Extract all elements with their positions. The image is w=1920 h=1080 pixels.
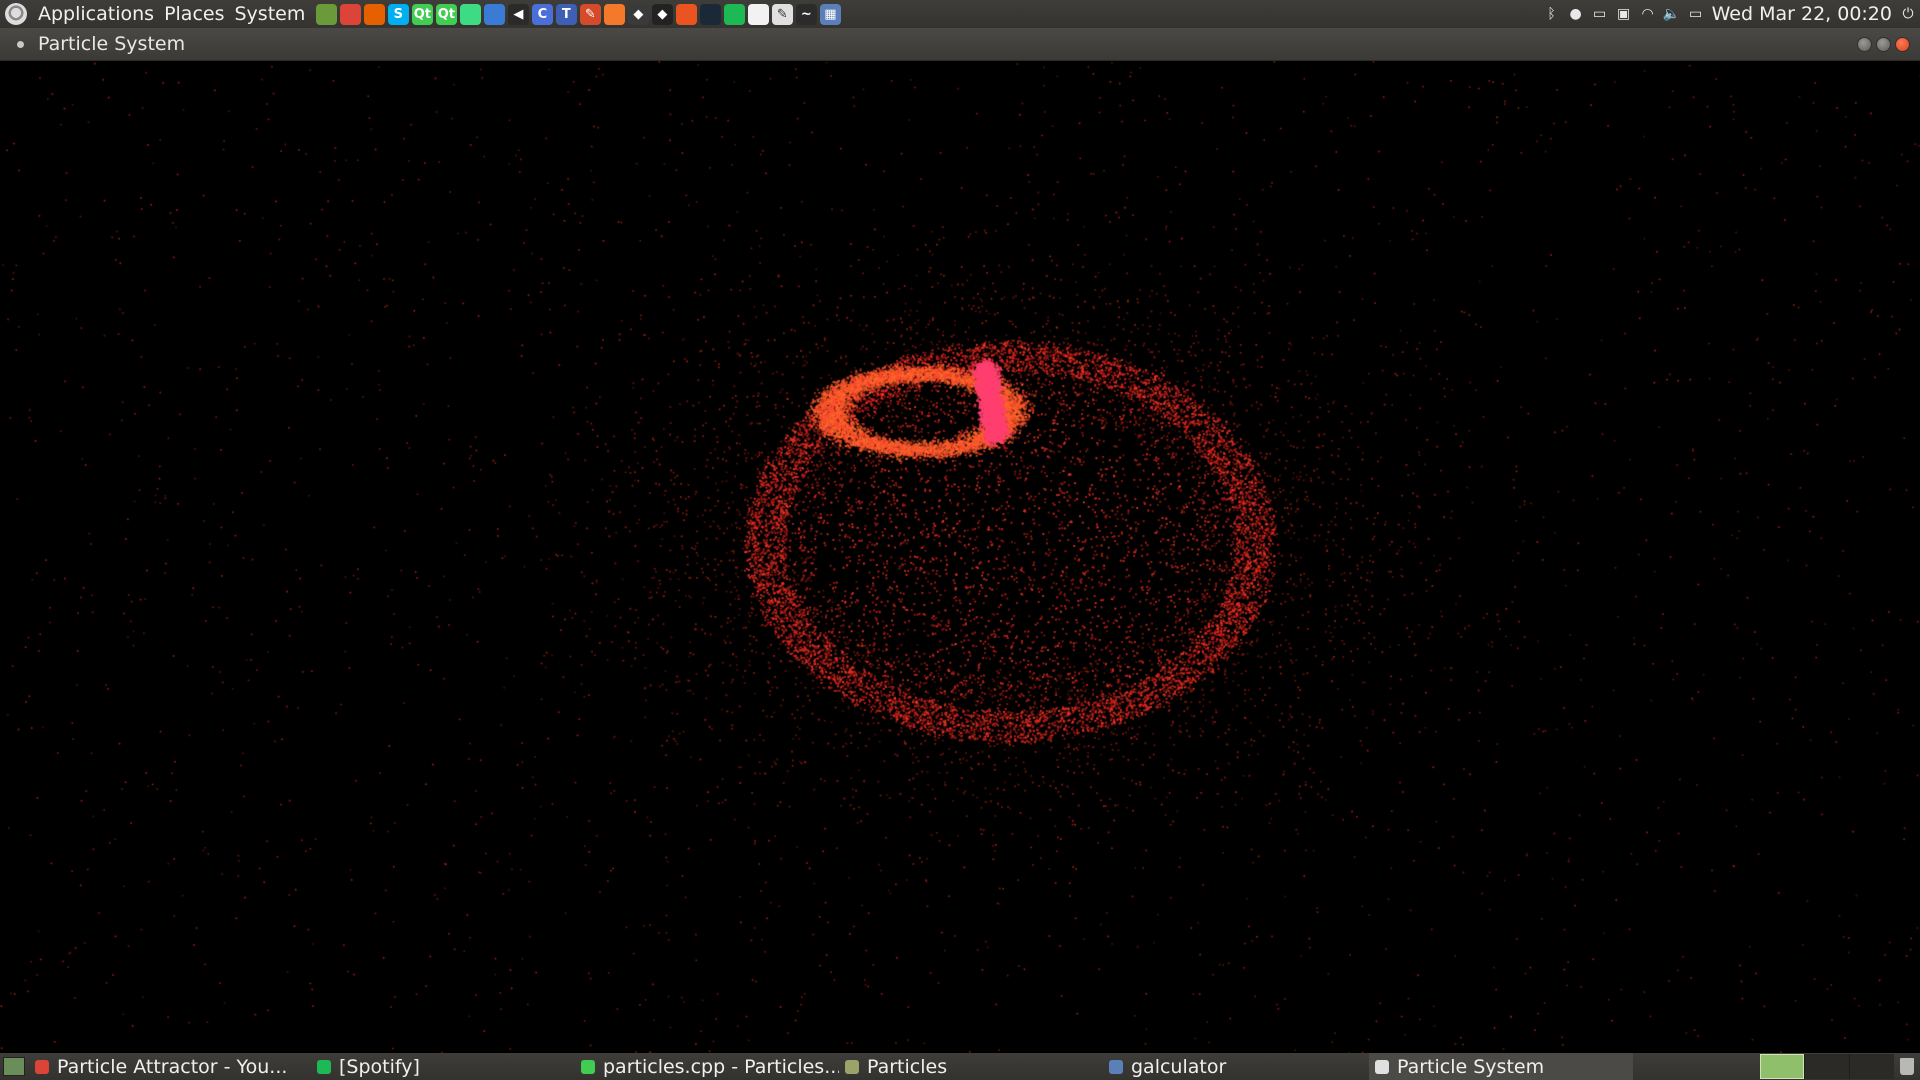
task-label: [Spotify] (339, 1055, 420, 1078)
text-file-icon[interactable] (747, 3, 769, 25)
battery-icon[interactable]: ▭ (1687, 5, 1705, 23)
system-menu[interactable]: System (229, 3, 310, 25)
task-label: particles.cpp - Particles... (603, 1055, 839, 1078)
close-button[interactable] (1895, 36, 1910, 52)
qt-creator-icon[interactable]: Qt (411, 3, 433, 25)
show-desktop-icon[interactable] (3, 1057, 25, 1076)
workspace-2[interactable] (1804, 1054, 1849, 1079)
task-label: Particles (867, 1055, 948, 1078)
clock[interactable]: Wed Mar 22, 00:20 (1712, 3, 1892, 25)
places-menu[interactable]: Places (159, 3, 229, 25)
window-title-bar[interactable]: Particle System (0, 28, 1920, 61)
system-monitor-icon[interactable]: ~ (795, 3, 817, 25)
chrome-icon[interactable] (339, 3, 361, 25)
window-controls (1855, 36, 1912, 52)
top-panel: Applications Places System S Qt Qt ◀ C T ✎ ◆ ◆ ✎ ~… (0, 0, 1920, 28)
task-app-icon (581, 1059, 595, 1074)
app-blue-icon[interactable]: C (531, 3, 553, 25)
taskbar-button[interactable]: Particles (839, 1053, 1103, 1080)
bottom-panel: Particle Attractor - You... [Spotify] part… (0, 1053, 1920, 1080)
calculator-icon[interactable]: ▦ (819, 3, 841, 25)
qt-designer-icon[interactable]: Qt (435, 3, 457, 25)
blender-icon[interactable] (603, 3, 625, 25)
taskbar-button[interactable]: [Spotify] (311, 1053, 575, 1080)
steam-icon[interactable] (699, 3, 721, 25)
trash-icon[interactable] (1894, 1058, 1920, 1075)
task-app-icon (317, 1059, 331, 1074)
ubuntu-icon[interactable] (675, 3, 697, 25)
workspace-3[interactable] (1849, 1054, 1894, 1079)
power-icon[interactable]: ⏻ (1899, 5, 1917, 23)
taskbar-button[interactable]: galculator (1103, 1053, 1369, 1080)
firefox-icon[interactable] (363, 3, 385, 25)
window-menu-icon[interactable] (17, 40, 24, 48)
inkscape-icon[interactable]: ◆ (651, 3, 673, 25)
task-label: Particle System (1397, 1055, 1545, 1078)
display-icon[interactable]: ▭ (1591, 5, 1609, 23)
grid-app-icon[interactable]: T (555, 3, 577, 25)
task-app-icon (1375, 1059, 1389, 1074)
taskbar-button[interactable]: Particle System (1369, 1053, 1633, 1080)
gamepad-icon[interactable]: ◆ (627, 3, 649, 25)
workspace-switcher (1760, 1053, 1894, 1080)
task-app-icon (35, 1059, 49, 1074)
system-tray: ᛒ ● ▭ ▣ ◠ 🔈 ▭ Wed Mar 22, 00:20 ⏻ (1540, 3, 1920, 25)
taskbar-button[interactable]: particles.cpp - Particles... (575, 1053, 839, 1080)
bluetooth-icon[interactable]: ᛒ (1543, 5, 1561, 23)
volume-icon[interactable]: 🔈 (1663, 5, 1681, 23)
thunderbird-icon[interactable] (483, 3, 505, 25)
workspace-1[interactable] (1760, 1054, 1804, 1079)
text-editor-icon[interactable]: ✎ (771, 3, 793, 25)
task-app-icon (845, 1059, 859, 1074)
launcher-bar: S Qt Qt ◀ C T ✎ ◆ ◆ ✎ ~ ▦ (314, 3, 842, 25)
task-label: galculator (1131, 1055, 1227, 1078)
task-label: Particle Attractor - You... (57, 1055, 288, 1078)
android-studio-icon[interactable] (459, 3, 481, 25)
taskbar-button[interactable]: Particle Attractor - You... (29, 1053, 311, 1080)
maximize-button[interactable] (1876, 36, 1891, 52)
minimize-button[interactable] (1857, 36, 1872, 52)
monitor-icon[interactable]: ▣ (1615, 5, 1633, 23)
wifi-icon[interactable]: ◠ (1639, 5, 1657, 23)
particle-canvas[interactable] (0, 61, 1920, 1053)
sound-icon[interactable]: ◀ (507, 3, 529, 25)
spotify-icon[interactable] (723, 3, 745, 25)
skype-icon[interactable]: S (387, 3, 409, 25)
home-folder-icon[interactable] (315, 3, 337, 25)
editor-icon[interactable]: ✎ (579, 3, 601, 25)
ubuntu-logo-icon[interactable] (5, 3, 27, 25)
window-title: Particle System (38, 33, 186, 55)
task-app-icon (1109, 1059, 1123, 1074)
particle-viewport[interactable] (0, 61, 1920, 1053)
applications-menu[interactable]: Applications (33, 3, 159, 25)
messaging-icon[interactable]: ● (1567, 5, 1585, 23)
